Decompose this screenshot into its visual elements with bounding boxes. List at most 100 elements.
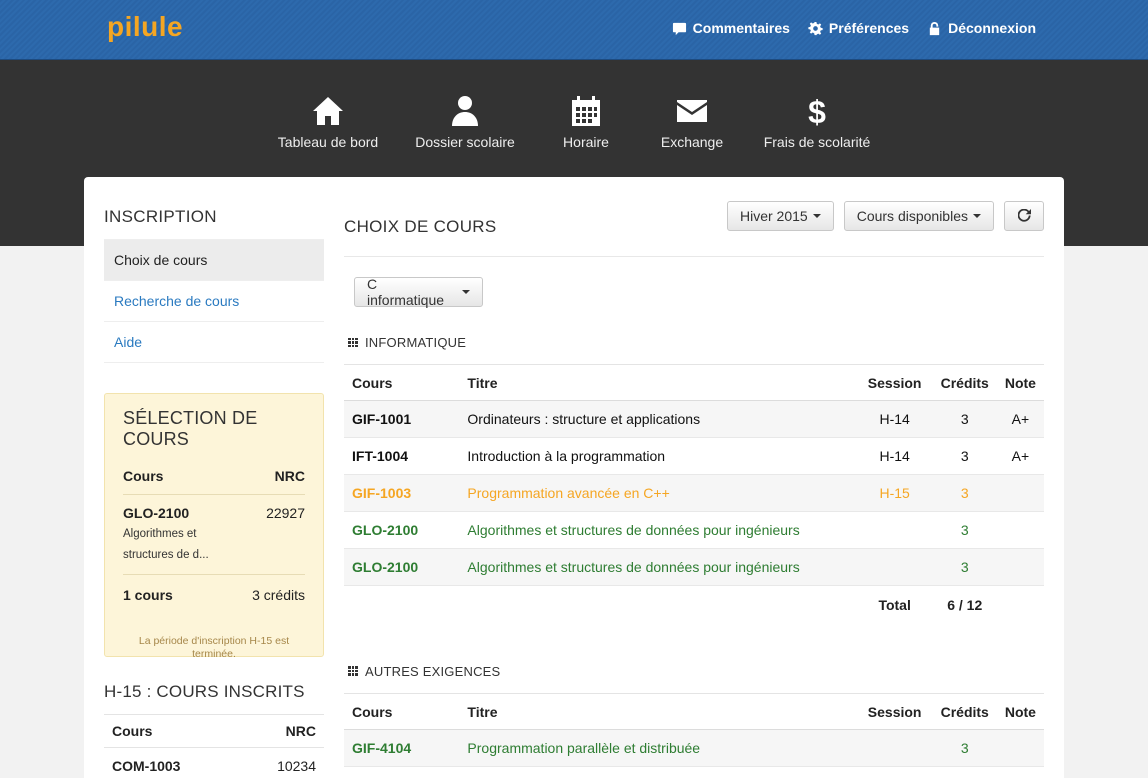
course-session bbox=[856, 511, 933, 549]
course-credits: 3 bbox=[932, 474, 997, 512]
selected-course-code: GLO-2100 bbox=[123, 505, 190, 521]
col-title: Titre bbox=[459, 692, 857, 730]
nav-fees[interactable]: $ Frais de scolarité bbox=[750, 94, 884, 150]
course-title: Ordinateurs : structure et applications bbox=[459, 400, 857, 438]
course-code: GLO-2100 bbox=[344, 548, 460, 586]
col-course: Cours bbox=[123, 468, 164, 484]
course-selection-header: Cours NRC bbox=[123, 460, 305, 495]
course-selection-title: SÉLECTION DE COURS bbox=[123, 408, 258, 449]
logout-link[interactable]: Déconnexion bbox=[927, 20, 1036, 36]
table-row[interactable]: GLO-2100 Algorithmes et structures de do… bbox=[344, 548, 1044, 586]
course-credits: 3 bbox=[932, 766, 997, 778]
envelope-icon bbox=[677, 100, 707, 122]
col-title: Titre bbox=[459, 364, 857, 401]
section-title-label: INFORMATIQUE bbox=[365, 335, 467, 350]
course-session: H-14 bbox=[856, 400, 933, 438]
selected-course[interactable]: GLO-2100 22927 Algorithmes et structures… bbox=[123, 495, 305, 575]
registered-courses-table: Cours NRC COM-1003 10234 bbox=[104, 714, 324, 778]
main-nav: Tableau de bord Dossier scolaire Horaire… bbox=[0, 94, 1148, 150]
course-code: GLO-2100 bbox=[344, 511, 460, 549]
grid-icon bbox=[348, 666, 358, 676]
col-grade: Note bbox=[996, 692, 1044, 730]
table-row[interactable]: GIF-4104 Programmation parallèle et dist… bbox=[344, 729, 1044, 767]
top-nav: Commentaires Préférences Déconnexion bbox=[672, 20, 1036, 36]
course-title: Algorithmes et structures de données pou… bbox=[459, 511, 857, 549]
course-code: GLO-2003 bbox=[344, 766, 460, 778]
lock-icon bbox=[929, 21, 940, 35]
table-row[interactable]: IFT-1004 Introduction à la programmation… bbox=[344, 437, 1044, 475]
nav-schedule[interactable]: Horaire bbox=[538, 94, 634, 150]
table-row[interactable]: GLO-2100 Algorithmes et structures de do… bbox=[344, 511, 1044, 549]
col-course: Cours bbox=[344, 692, 460, 730]
total-label: Total bbox=[878, 596, 911, 613]
sidebar-title: INSCRIPTION bbox=[104, 207, 217, 226]
chevron-down-icon bbox=[462, 290, 470, 294]
registered-course-code: COM-1003 bbox=[112, 758, 181, 774]
nav-exchange[interactable]: Exchange bbox=[634, 94, 750, 150]
course-title: Algorithmes et structures de données pou… bbox=[459, 548, 857, 586]
app-logo[interactable]: pilule bbox=[107, 11, 183, 43]
sidebar-menu: Choix de cours Recherche de cours Aide bbox=[104, 239, 324, 363]
course-session: H-15 bbox=[856, 474, 933, 512]
col-course: Cours bbox=[344, 364, 460, 401]
refresh-icon bbox=[1017, 209, 1031, 222]
program-dropdown-label: C informatique bbox=[367, 276, 445, 308]
table-row[interactable]: GLO-2003 Introduction aux processus du g… bbox=[344, 766, 1044, 778]
top-bar: pilule Commentaires Préférences Déconnex… bbox=[0, 0, 1148, 60]
section-title-informatique: INFORMATIQUE bbox=[348, 335, 1044, 350]
total-value: 6 / 12 bbox=[947, 596, 983, 613]
sidebar-item-help[interactable]: Aide bbox=[104, 322, 324, 363]
selected-course-desc: Algorithmes et structures de d... bbox=[123, 528, 209, 561]
course-grade bbox=[996, 766, 1044, 778]
course-session bbox=[856, 766, 933, 778]
registered-course-nrc: 10234 bbox=[277, 758, 316, 774]
session-dropdown[interactable]: Hiver 2015 bbox=[727, 200, 834, 231]
course-code: GIF-1003 bbox=[344, 474, 460, 512]
course-grade bbox=[996, 511, 1044, 549]
selection-total: 1 cours 3 crédits bbox=[123, 575, 305, 615]
chevron-down-icon bbox=[973, 213, 981, 218]
grid-icon bbox=[348, 337, 358, 348]
course-grade bbox=[996, 729, 1044, 767]
logout-label: Déconnexion bbox=[948, 20, 1036, 36]
preferences-link[interactable]: Préférences bbox=[808, 20, 909, 36]
nav-dashboard-label: Tableau de bord bbox=[277, 134, 379, 150]
course-session bbox=[856, 729, 933, 767]
course-grade bbox=[996, 548, 1044, 586]
refresh-button[interactable] bbox=[1004, 200, 1044, 231]
table-header: Cours Titre Session Crédits Note bbox=[344, 364, 1044, 401]
course-code: GIF-4104 bbox=[344, 729, 460, 767]
main-header: CHOIX DE COURS Hiver 2015 Cours disponib… bbox=[344, 197, 1044, 257]
comments-link[interactable]: Commentaires bbox=[672, 20, 790, 36]
filter-dropdown-label: Cours disponibles bbox=[856, 207, 968, 224]
course-session bbox=[856, 548, 933, 586]
page-title: CHOIX DE COURS bbox=[344, 216, 497, 236]
table-row[interactable]: GIF-1003 Programmation avancée en C++ H-… bbox=[344, 474, 1044, 512]
col-credits: Crédits bbox=[932, 692, 997, 730]
selection-credits: 3 crédits bbox=[252, 587, 305, 603]
gear-icon bbox=[808, 21, 823, 35]
table-row[interactable]: GIF-1001 Ordinateurs : structure et appl… bbox=[344, 400, 1044, 438]
course-grade: A+ bbox=[996, 437, 1044, 475]
filter-dropdown[interactable]: Cours disponibles bbox=[843, 200, 994, 231]
program-dropdown[interactable]: C informatique bbox=[354, 276, 483, 308]
nav-dashboard[interactable]: Tableau de bord bbox=[264, 94, 392, 150]
course-credits: 3 bbox=[932, 400, 997, 438]
nav-fees-label: Frais de scolarité bbox=[763, 134, 871, 150]
calendar-icon bbox=[572, 96, 600, 126]
session-dropdown-label: Hiver 2015 bbox=[740, 207, 808, 224]
sidebar-item-course-search[interactable]: Recherche de cours bbox=[104, 281, 324, 322]
course-credits: 3 bbox=[932, 437, 997, 475]
courses-table-informatique: Cours Titre Session Crédits Note GIF-100… bbox=[344, 364, 1044, 624]
section-title-label: AUTRES EXIGENCES bbox=[365, 663, 501, 679]
course-title: Programmation avancée en C++ bbox=[459, 474, 857, 512]
col-grade: Note bbox=[996, 364, 1044, 401]
col-nrc: NRC bbox=[274, 468, 305, 484]
preferences-label: Préférences bbox=[828, 20, 910, 36]
nav-academic-record[interactable]: Dossier scolaire bbox=[392, 94, 538, 150]
nav-schedule-label: Horaire bbox=[563, 134, 609, 150]
table-row[interactable]: COM-1003 10234 bbox=[104, 748, 324, 778]
table-header: Cours Titre Session Crédits Note bbox=[344, 692, 1044, 730]
course-title: Programmation parallèle et distribuée bbox=[459, 729, 857, 767]
sidebar-item-course-selection[interactable]: Choix de cours bbox=[104, 240, 324, 281]
